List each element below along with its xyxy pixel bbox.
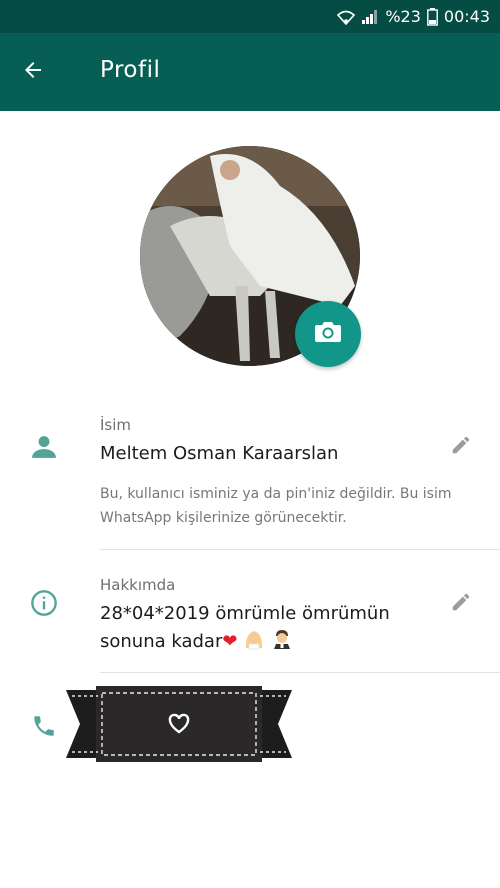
info-icon [30, 589, 58, 617]
pencil-icon [450, 591, 472, 617]
name-hint: Bu, kullanıcı isminiz ya da pin'iniz değ… [100, 486, 452, 526]
change-photo-button[interactable] [295, 301, 361, 367]
app-bar: Profil [0, 33, 500, 111]
profile-photo-section [140, 146, 361, 367]
battery-percent: %23 [385, 7, 421, 26]
about-value-line2: sonuna kadar❤ [100, 628, 293, 656]
back-button[interactable] [14, 53, 52, 91]
status-bar: %23 00:43 [0, 0, 500, 33]
clock: 00:43 [443, 7, 490, 26]
pencil-icon [450, 434, 472, 460]
arrow-left-icon [21, 58, 45, 86]
battery-icon [426, 7, 438, 26]
page-title: Profil [100, 57, 161, 83]
about-value-line1: 28*04*2019 ömrümle ömrümün [100, 603, 390, 624]
bride-emoji [243, 628, 265, 650]
heart-emoji: ❤ [222, 631, 238, 652]
about-label: Hakkımda [100, 576, 176, 594]
phone-icon [30, 712, 58, 740]
signal-icon [361, 9, 379, 25]
camera-icon [314, 320, 342, 348]
person-icon [30, 433, 58, 461]
edit-name-button[interactable] [446, 432, 476, 462]
name-value: Meltem Osman Karaarslan [100, 443, 339, 464]
phone-sticker-ribbon [66, 686, 292, 762]
divider [100, 672, 500, 673]
status-icons: %23 00:43 [337, 7, 490, 26]
name-label: İsim [100, 416, 132, 434]
groom-emoji [271, 628, 293, 650]
about-value-text: sonuna kadar [100, 631, 223, 652]
divider [100, 549, 500, 550]
wifi-icon [337, 9, 356, 25]
edit-about-button[interactable] [446, 589, 476, 619]
